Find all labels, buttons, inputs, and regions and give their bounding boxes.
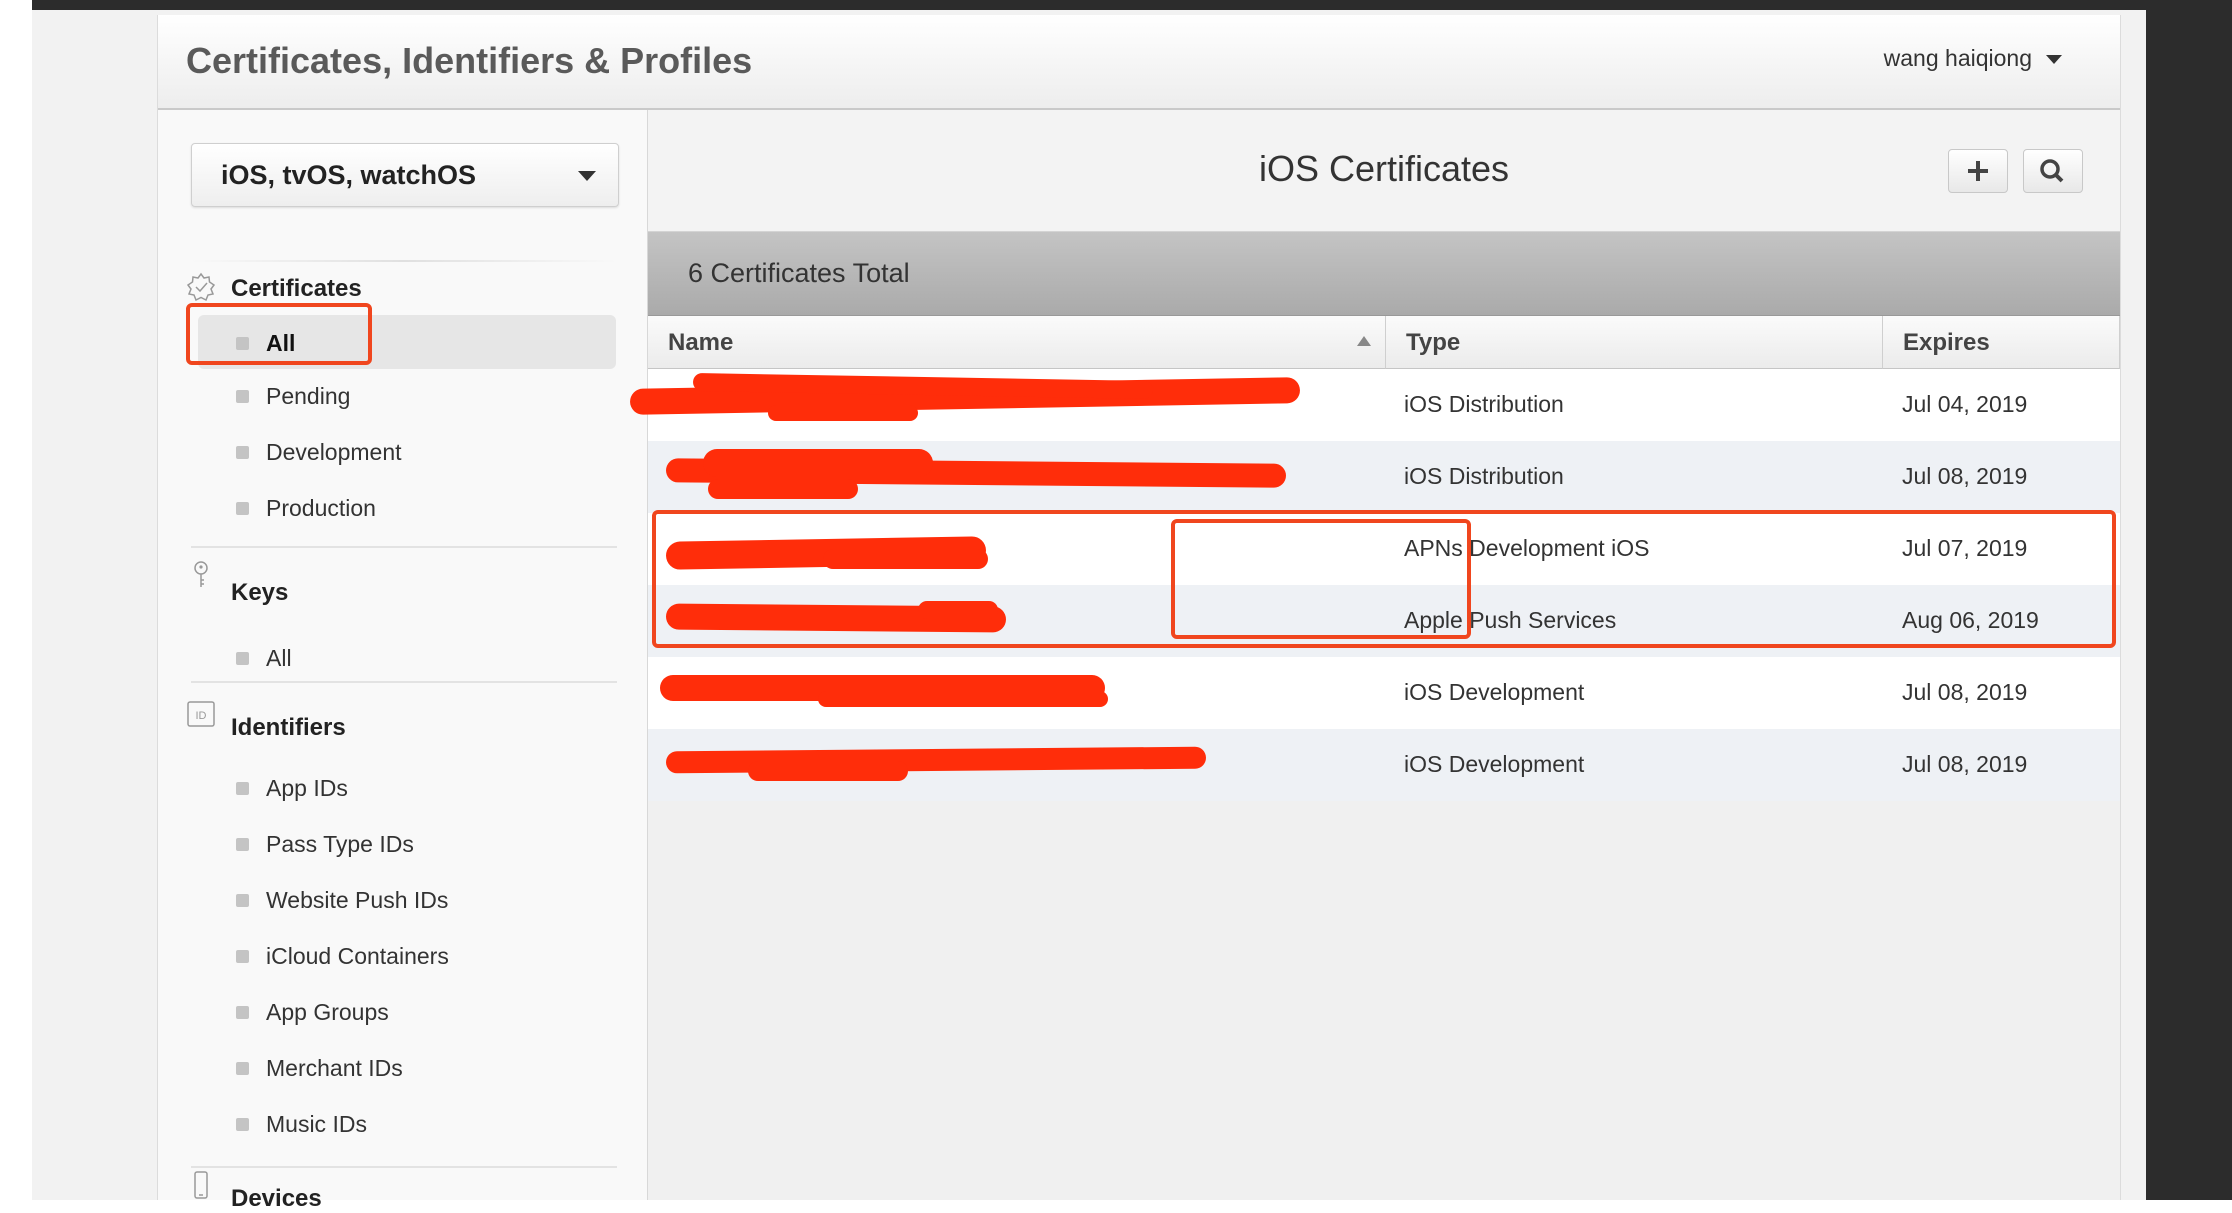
developer-portal-page: Certificates, Identifiers & Profiles wan… [157, 15, 2121, 1212]
sidebar-item-label: Music IDs [266, 1111, 367, 1137]
platform-select-value: iOS, tvOS, watchOS [221, 160, 477, 190]
certificates-total: 6 Certificates Total [688, 258, 910, 288]
section-certificates: Certificates [231, 275, 362, 302]
add-button[interactable] [1948, 149, 2008, 193]
sidebar-item-label: iCloud Containers [266, 943, 449, 969]
bullet-icon [236, 1006, 249, 1019]
main-title: iOS Certificates [1258, 148, 1510, 189]
column-header-expires[interactable]: Expires [1883, 316, 2120, 369]
redaction-scribble [768, 405, 918, 421]
main-panel: iOS Certificates 6 Certificates Total Na… [629, 110, 2120, 1200]
main-header: iOS Certificates [648, 110, 2120, 232]
sidebar-item-website-push-ids[interactable]: Website Push IDs [236, 874, 576, 924]
bullet-icon [236, 446, 249, 459]
bullet-icon [236, 502, 249, 515]
certificate-type: iOS Development [1404, 679, 1585, 705]
bullet-icon [236, 950, 249, 963]
sidebar-item-app-groups[interactable]: App Groups [236, 986, 576, 1036]
top-bar: Certificates, Identifiers & Profiles wan… [158, 15, 2120, 110]
svg-text:ID: ID [196, 710, 207, 722]
bullet-icon [236, 838, 249, 851]
certificate-type: iOS Distribution [1404, 463, 1564, 489]
sidebar-item-pending[interactable]: Pending [236, 370, 576, 420]
column-header-label: Name [668, 329, 734, 356]
table-row[interactable]: iOS Distribution Jul 04, 2019 [629, 369, 2120, 441]
chevron-down-icon [578, 171, 596, 181]
screenshot-left-margin [0, 0, 32, 1200]
sidebar-divider [191, 1166, 617, 1168]
sidebar-item-label: App Groups [266, 999, 389, 1025]
page-title: Certificates, Identifiers & Profiles [186, 40, 753, 81]
section-devices: Devices [231, 1185, 322, 1212]
certificate-expires: Jul 08, 2019 [1902, 463, 2028, 489]
chevron-down-icon [2046, 55, 2062, 65]
bullet-icon [236, 894, 249, 907]
sidebar-item-app-ids[interactable]: App IDs [236, 762, 576, 812]
redaction-scribble [748, 761, 908, 781]
redaction-scribble [818, 691, 1108, 707]
key-icon [194, 561, 208, 587]
column-header-name[interactable]: Name [648, 316, 1386, 369]
window-top-edge [32, 0, 2146, 10]
sidebar-divider [191, 546, 617, 548]
certificate-expires: Jul 08, 2019 [1902, 679, 2028, 705]
sidebar-item-label: Website Push IDs [266, 887, 449, 913]
column-header-type[interactable]: Type [1386, 316, 1883, 369]
bullet-icon [236, 782, 249, 795]
id-icon: ID [187, 701, 215, 727]
table-row[interactable]: iOS Development Jul 08, 2019 [648, 729, 2120, 801]
sidebar-item-merchant-ids[interactable]: Merchant IDs [236, 1042, 576, 1092]
sidebar-item-label: App IDs [266, 775, 348, 801]
bullet-icon [236, 1062, 249, 1075]
sidebar-item-icloud-containers[interactable]: iCloud Containers [236, 930, 576, 980]
bullet-icon [236, 390, 249, 403]
user-name: wang haiqiong [1883, 45, 2032, 71]
sidebar-item-label: All [266, 645, 292, 671]
sidebar: iOS, tvOS, watchOS Certificates All Pend… [158, 110, 648, 1212]
annotation-highlight-push-types [1171, 519, 1471, 639]
sidebar-divider [191, 260, 617, 262]
table-row[interactable]: iOS Distribution Jul 08, 2019 [648, 441, 2120, 513]
phone-icon [194, 1171, 208, 1199]
section-keys: Keys [231, 579, 289, 606]
redaction-scribble [665, 746, 1207, 774]
certificate-type: iOS Distribution [1404, 391, 1564, 417]
plus-icon [1968, 161, 1988, 181]
sidebar-item-pass-type-ids[interactable]: Pass Type IDs [236, 818, 576, 868]
sidebar-item-keys-all[interactable]: All [236, 632, 576, 682]
bullet-icon [236, 652, 249, 665]
certificate-expires: Jul 04, 2019 [1902, 391, 2028, 417]
platform-select[interactable]: iOS, tvOS, watchOS [191, 143, 619, 207]
certificate-type: iOS Development [1404, 751, 1585, 777]
window-right-edge [2146, 0, 2232, 1200]
sidebar-item-label: Development [266, 439, 402, 465]
redaction-scribble [703, 449, 933, 477]
section-identifiers: Identifiers [231, 714, 346, 741]
column-header-label: Type [1406, 329, 1461, 356]
sidebar-item-label: Pass Type IDs [266, 831, 414, 857]
bullet-icon [236, 1118, 249, 1131]
total-bar: 6 Certificates Total [648, 232, 2120, 316]
user-menu[interactable]: wang haiqiong [1884, 45, 2062, 72]
certificate-badge-icon [186, 272, 216, 302]
table-row[interactable]: iOS Development Jul 08, 2019 [648, 657, 2120, 729]
search-button[interactable] [2023, 149, 2083, 193]
certificate-expires: Jul 08, 2019 [1902, 751, 2028, 777]
sidebar-item-label: Merchant IDs [266, 1055, 403, 1081]
search-icon [2040, 159, 2064, 183]
sidebar-divider [191, 681, 617, 683]
sort-ascending-icon [1357, 336, 1371, 346]
sidebar-item-label: Production [266, 495, 376, 521]
sidebar-item-label: Pending [266, 383, 351, 409]
sidebar-item-music-ids[interactable]: Music IDs [236, 1098, 576, 1148]
column-header-label: Expires [1903, 329, 1990, 356]
sidebar-item-production[interactable]: Production [236, 482, 576, 532]
redaction-scribble [708, 479, 858, 499]
annotation-highlight-all [186, 303, 372, 365]
sidebar-item-development[interactable]: Development [236, 426, 576, 476]
